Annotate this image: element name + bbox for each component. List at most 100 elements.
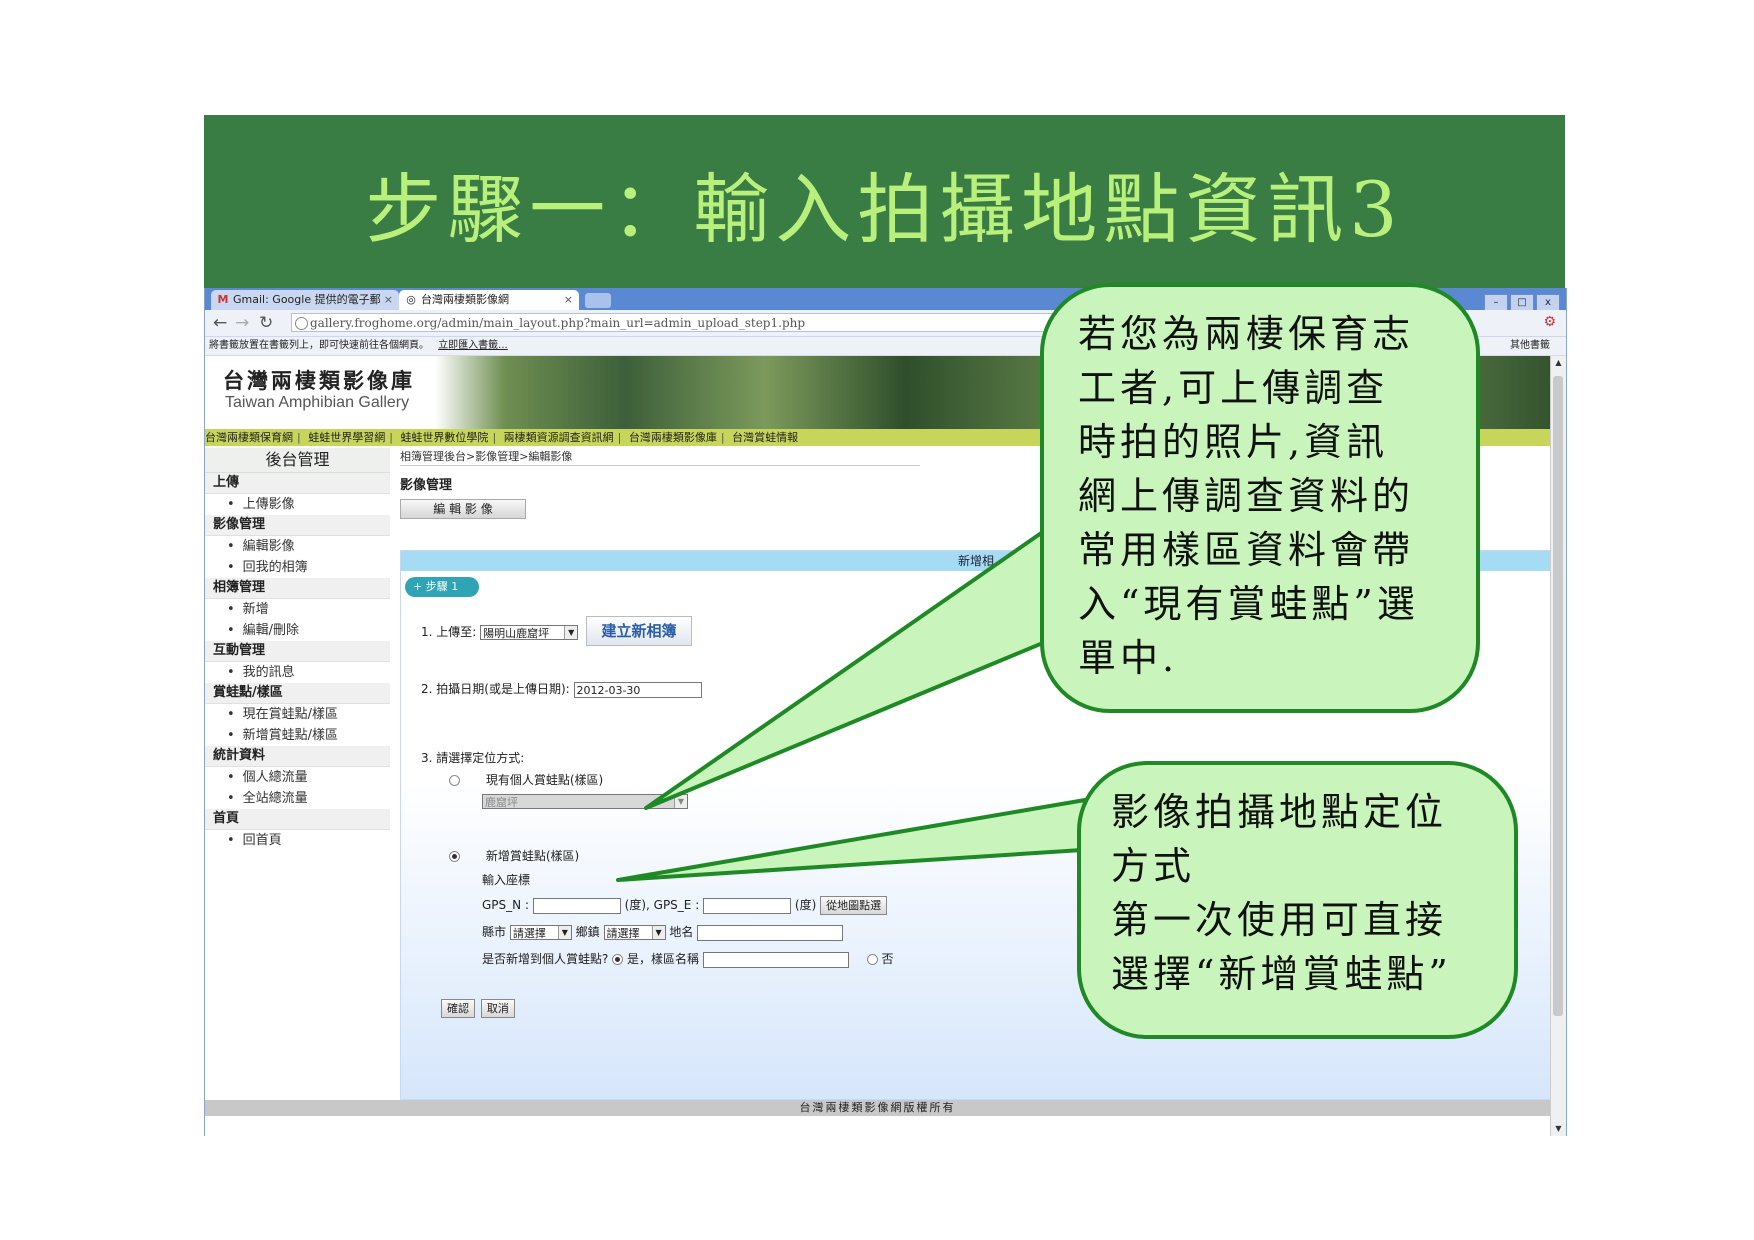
sidebar-item-add-album[interactable]: 新增 <box>205 599 390 620</box>
confirm-button[interactable]: 確認 <box>441 999 475 1018</box>
album-select-value: 陽明山鹿窟坪 <box>483 627 550 640</box>
scroll-up-icon[interactable]: ▲ <box>1551 356 1566 370</box>
gps-row: GPS_N : (度), GPS_E : (度) 從地圖點選 <box>482 896 888 915</box>
save-no-radio[interactable] <box>866 954 878 965</box>
close-window-button[interactable]: x <box>1536 294 1560 311</box>
forward-arrow-icon[interactable]: → <box>235 313 249 333</box>
cancel-button[interactable]: 取消 <box>480 999 515 1018</box>
window-controls: – □ x <box>1482 290 1560 311</box>
county-label: 縣市 <box>482 925 507 939</box>
admin-sidebar: 後台管理 上傳 上傳影像 影像管理 編輯影像 回我的相簿 相簿管理 新增 編輯/… <box>205 448 390 851</box>
minimize-button[interactable]: – <box>1484 294 1508 311</box>
existing-point-radio[interactable] <box>449 775 460 786</box>
scroll-down-icon[interactable]: ▼ <box>1551 1122 1566 1136</box>
gps-n-label: GPS_N : <box>482 898 529 912</box>
region-row: 縣市 請選擇 ▼ 鄉鎮 請選擇 ▼ 地名 <box>482 923 844 941</box>
sidebar-section: 賞蛙點/樣區 <box>205 683 390 704</box>
callout-line: 若您為兩棲保育志 <box>1078 312 1415 356</box>
tab-label: Gmail: Google 提供的電子郵 <box>233 293 381 306</box>
existing-point-row: 現有個人賞蛙點(樣區) <box>449 771 603 788</box>
reload-icon[interactable]: ↻ <box>259 313 273 333</box>
sidebar-item-add-point[interactable]: 新增賞蛙點/樣區 <box>205 725 390 746</box>
township-select-value: 請選擇 <box>606 927 640 940</box>
callout-line: 常用樣區資料會帶 <box>1078 528 1415 572</box>
site-link[interactable]: 蛙蛙世界學習網 <box>308 431 385 444</box>
gps-n-unit: (度), GPS_E : <box>624 898 700 912</box>
site-link[interactable]: 台灣賞蛙情報 <box>732 431 798 444</box>
sidebar-title: 後台管理 <box>205 448 390 473</box>
date-input[interactable]: 2012-03-30 <box>573 681 702 698</box>
step-badge-label: 步驟 1 <box>425 580 459 593</box>
county-select-value: 請選擇 <box>512 927 546 940</box>
bookmarks-hint: 將書籤放置在書籤列上，即可快速前往各個網頁。 <box>209 340 429 351</box>
sidebar-item-edit-delete[interactable]: 編輯/刪除 <box>205 620 390 641</box>
gmail-icon: M <box>217 293 229 306</box>
date-label: 2. 拍攝日期(或是上傳日期): <box>421 682 570 696</box>
scrollbar-thumb[interactable] <box>1553 376 1563 1016</box>
slide-title: 步驟一：輸入拍攝地點資訊3 <box>365 165 1404 254</box>
sidebar-item-personal-traffic[interactable]: 個人總流量 <box>205 767 390 788</box>
chevron-down-icon: ▼ <box>564 626 578 639</box>
close-icon[interactable]: × <box>564 290 573 310</box>
site-link[interactable]: 台灣兩棲類影像庫 <box>629 431 717 444</box>
site-link[interactable]: 台灣兩棲類保育網 <box>205 431 293 444</box>
coords-label: 輸入座標 <box>482 873 531 887</box>
place-input[interactable] <box>697 924 844 941</box>
sidebar-item-home[interactable]: 回首頁 <box>205 830 390 851</box>
pick-from-map-button[interactable]: 從地圖點選 <box>820 896 888 915</box>
globe-icon: ◎ <box>406 293 416 306</box>
sidebar-item-my-messages[interactable]: 我的訊息 <box>205 662 390 683</box>
gps-n-input[interactable] <box>532 897 621 914</box>
close-icon[interactable]: × <box>384 290 393 310</box>
yes-label: 是，樣區名稱 <box>627 952 700 966</box>
sidebar-item-edit-image[interactable]: 編輯影像 <box>205 536 390 557</box>
site-link[interactable]: 蛙蛙世界數位學院 <box>400 431 488 444</box>
site-logo-en: Taiwan Amphibian Gallery <box>225 394 410 411</box>
sidebar-section: 首頁 <box>205 809 390 830</box>
sidebar-section: 影像管理 <box>205 515 390 536</box>
existing-point-select-row: 鹿窟坪 ▼ <box>482 794 688 809</box>
callout-line: 入“現有賞蛙點”選 <box>1078 582 1419 626</box>
callout-line: 方式 <box>1111 844 1196 888</box>
county-select[interactable]: 請選擇 ▼ <box>509 925 572 940</box>
sidebar-item-upload-image[interactable]: 上傳影像 <box>205 494 390 515</box>
site-footer: 台灣兩棲類影像網版權所有 <box>205 1100 1550 1116</box>
existing-point-label: 現有個人賞蛙點(樣區) <box>485 773 604 787</box>
date-row: 2. 拍攝日期(或是上傳日期): 2012-03-30 <box>421 680 702 698</box>
tab-label: 台灣兩棲類影像網 <box>421 293 509 306</box>
callout-line: 時拍的照片,資訊 <box>1078 420 1389 464</box>
callout-line: 第一次使用可直接 <box>1111 898 1448 942</box>
tab-gallery[interactable]: ◎ 台灣兩棲類影像網 × <box>399 290 579 310</box>
maximize-button[interactable]: □ <box>1510 294 1534 311</box>
url-text: gallery.froghome.org/admin/main_layout.p… <box>310 316 806 330</box>
step-badge: + 步驟 1 <box>405 577 479 597</box>
new-point-radio[interactable] <box>449 851 460 862</box>
site-logo-cn[interactable]: 台灣兩棲類影像庫 <box>223 365 415 395</box>
new-album-button[interactable]: 建立新相簿 <box>586 616 692 646</box>
wrench-icon[interactable]: ⚙ <box>1543 314 1556 330</box>
site-link[interactable]: 兩棲類資源調查資訊網 <box>504 431 614 444</box>
chevron-down-icon: ▼ <box>557 926 571 939</box>
existing-point-value: 鹿窟坪 <box>485 796 518 809</box>
township-select[interactable]: 請選擇 ▼ <box>603 925 666 940</box>
other-bookmarks[interactable]: 其他書籤 <box>1510 337 1550 355</box>
sidebar-item-my-album[interactable]: 回我的相簿 <box>205 557 390 578</box>
sidebar-item-current-points[interactable]: 現在賞蛙點/樣區 <box>205 704 390 725</box>
import-bookmarks-link[interactable]: 立即匯入書籤... <box>438 340 508 351</box>
sidebar-item-site-traffic[interactable]: 全站總流量 <box>205 788 390 809</box>
tab-gmail[interactable]: M Gmail: Google 提供的電子郵 × <box>211 290 399 310</box>
new-tab-button[interactable] <box>585 293 611 308</box>
new-point-row: 新增賞蛙點(樣區) <box>449 847 579 864</box>
back-arrow-icon[interactable]: ← <box>213 313 227 333</box>
existing-point-select[interactable]: 鹿窟坪 ▼ <box>482 794 688 809</box>
sidebar-section: 上傳 <box>205 473 390 494</box>
plot-name-input[interactable] <box>702 951 849 968</box>
sidebar-section: 統計資料 <box>205 746 390 767</box>
album-select[interactable]: 陽明山鹿窟坪 ▼ <box>480 625 579 640</box>
gps-e-input[interactable] <box>703 897 792 914</box>
page-scrollbar[interactable]: ▲ ▼ <box>1550 356 1566 1136</box>
page-info-icon[interactable] <box>295 317 308 330</box>
upload-to-row: 1. 上傳至: 陽明山鹿窟坪 ▼ <box>421 623 579 640</box>
save-yes-radio[interactable] <box>612 954 624 965</box>
edit-image-button[interactable]: 編 輯 影 像 <box>400 499 526 519</box>
